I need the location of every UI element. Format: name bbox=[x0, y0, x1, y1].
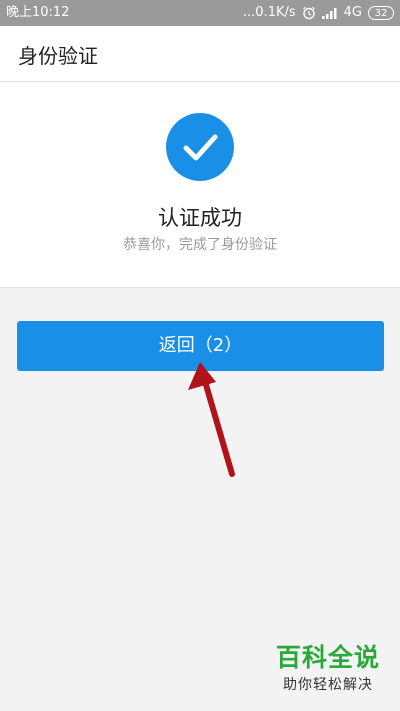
network-type: 4G bbox=[343, 5, 362, 20]
checkmark-icon bbox=[166, 113, 234, 181]
status-icons: ...0.1K/s 4G 32 bbox=[243, 0, 394, 26]
success-title: 认证成功 bbox=[158, 206, 242, 230]
success-panel: 认证成功 恭喜你，完成了身份验证 bbox=[0, 82, 400, 288]
battery-indicator: 32 bbox=[368, 6, 394, 20]
alarm-icon bbox=[302, 6, 315, 20]
success-subtitle: 恭喜你，完成了身份验证 bbox=[123, 237, 277, 253]
watermark-subtitle: 助你轻松解决 bbox=[283, 677, 373, 693]
network-speed: ...0.1K/s bbox=[242, 5, 296, 20]
page-title: 身份验证 bbox=[18, 44, 98, 68]
arrow-annotation bbox=[188, 362, 235, 477]
watermark-logo: 百科全说 助你轻松解决 bbox=[268, 642, 388, 706]
watermark-title: 百科全说 bbox=[275, 643, 380, 672]
status-bar: 晚上10:12 ...0.1K/s 4G 32 bbox=[0, 0, 400, 26]
status-time: 晚上10:12 bbox=[6, 5, 70, 20]
signal-icon bbox=[321, 8, 337, 19]
header: 身份验证 bbox=[0, 26, 400, 82]
